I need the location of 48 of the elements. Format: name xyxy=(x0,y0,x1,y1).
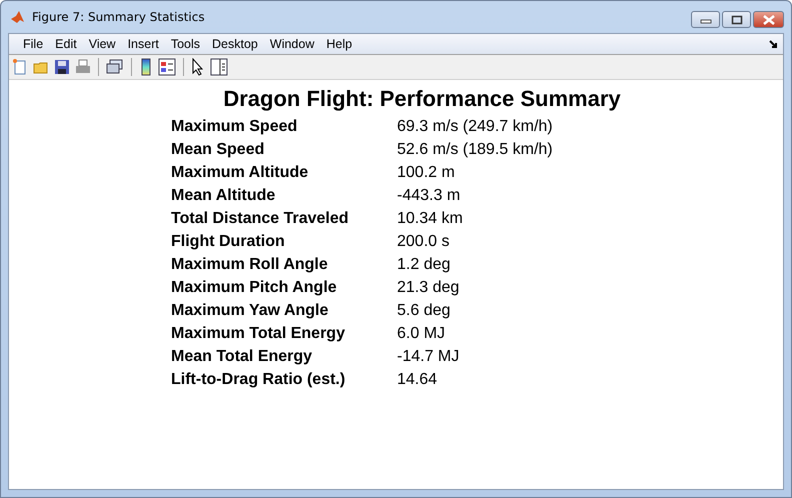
menu-item[interactable]: Desktop xyxy=(206,37,264,51)
stat-value: 100.2 m xyxy=(397,164,456,183)
panel-icon[interactable] xyxy=(210,58,228,76)
stat-label: Maximum Altitude xyxy=(171,164,310,183)
pointer-icon[interactable] xyxy=(191,58,205,76)
menu-item[interactable]: Edit xyxy=(49,37,83,51)
stat-value: 69.3 m/s (249.7 km/h) xyxy=(397,118,554,137)
new-file-icon[interactable] xyxy=(12,59,28,75)
maximize-icon xyxy=(730,14,742,24)
legend-icon[interactable] xyxy=(158,58,176,76)
stat-value: 52.6 m/s (189.5 km/h) xyxy=(397,140,554,160)
stat-value: 1.2 deg xyxy=(397,256,452,275)
window-title: Figure 7: Summary Statistics xyxy=(32,10,205,24)
minimize-button[interactable] xyxy=(691,11,720,28)
stat-value: 6.0 MJ xyxy=(397,324,446,344)
stat-label: Maximum Total Energy xyxy=(171,324,346,344)
close-button[interactable] xyxy=(753,11,784,28)
close-icon xyxy=(762,14,776,24)
stat-label: Total Distance Traveled xyxy=(171,210,350,229)
stat-label: Maximum Yaw Angle xyxy=(171,302,330,321)
stat-label: Mean Altitude xyxy=(171,186,276,206)
menu-item[interactable]: Tools xyxy=(164,37,206,51)
stat-label: Flight Duration xyxy=(171,232,286,252)
stat-label: Maximum Pitch Angle xyxy=(171,278,338,298)
stat-value: 14.64 xyxy=(397,370,438,390)
stat-label: Mean Speed xyxy=(171,140,266,160)
maximize-button[interactable] xyxy=(722,11,751,28)
menu-item[interactable]: View xyxy=(82,37,122,51)
figure-title: Dragon Flight: Performance Summary xyxy=(222,86,622,112)
app-logo-icon xyxy=(10,9,26,25)
menu-item[interactable]: Window xyxy=(264,37,320,51)
stat-value: -443.3 m xyxy=(397,186,462,206)
save-icon[interactable] xyxy=(54,59,70,75)
stat-value: 5.6 deg xyxy=(397,302,452,321)
menu-item[interactable]: File xyxy=(17,37,50,51)
menu-item[interactable]: Insert xyxy=(122,37,165,51)
stat-value: -14.7 MJ xyxy=(397,348,460,367)
stat-value: 21.3 deg xyxy=(397,278,460,298)
stat-label: Mean Total Energy xyxy=(171,348,314,367)
print-icon[interactable] xyxy=(75,59,91,75)
stat-label: Maximum Speed xyxy=(171,118,298,137)
stat-value: 10.34 km xyxy=(397,210,464,229)
stat-label: Maximum Roll Angle xyxy=(171,256,329,275)
stat-value: 200.0 s xyxy=(397,232,450,252)
menu-item[interactable]: Help xyxy=(320,37,358,51)
colorbar-icon[interactable] xyxy=(139,58,153,76)
dock-arrow-icon[interactable] xyxy=(769,40,778,48)
stat-label: Lift-to-Drag Ratio (est.) xyxy=(171,370,346,390)
